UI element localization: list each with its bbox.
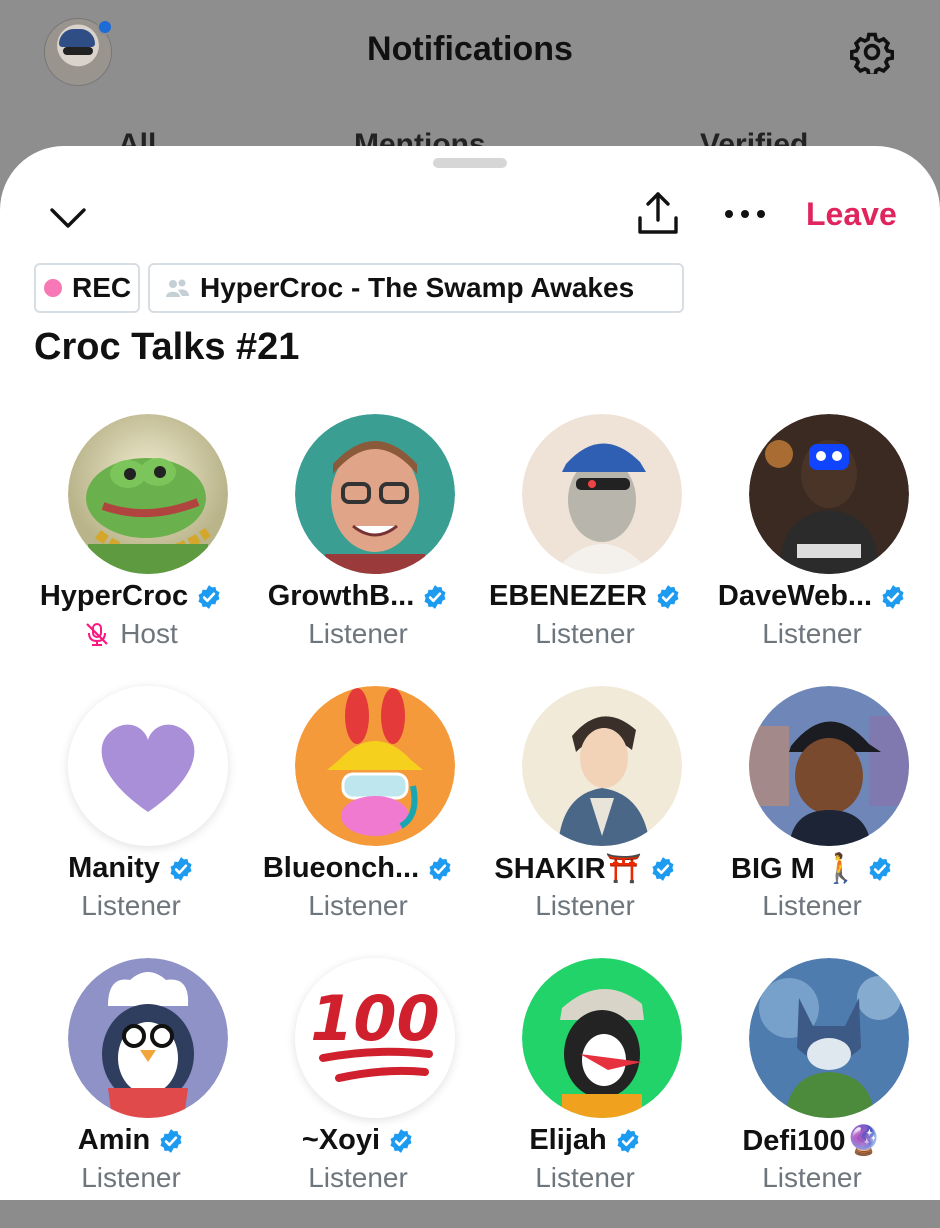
participant-role: Listener xyxy=(762,1162,862,1193)
verified-badge-icon xyxy=(617,1128,639,1153)
avatar xyxy=(749,958,909,1118)
community-icon xyxy=(166,279,189,297)
participant-name: EBENEZER xyxy=(489,580,647,612)
participant-role: Listener xyxy=(535,618,635,649)
avatar xyxy=(749,686,909,846)
participant-name-row: SHAKIR⛩️ xyxy=(472,852,698,886)
verified-badge-icon xyxy=(882,584,904,609)
avatar xyxy=(68,958,228,1118)
participant-role: Listener xyxy=(81,1162,181,1193)
verified-badge-icon xyxy=(429,856,451,881)
participant-hypercroc[interactable]: HyperCroc Host xyxy=(18,414,244,684)
avatar xyxy=(68,414,228,574)
verified-badge-icon xyxy=(198,584,220,609)
avatar xyxy=(295,686,455,846)
avatar xyxy=(295,414,455,574)
participant-role: Listener xyxy=(762,618,862,649)
participant-name-row: Amin xyxy=(18,1124,244,1157)
participant-ebenezer[interactable]: EBENEZER Listener xyxy=(472,414,698,684)
participant-daveweb[interactable]: DaveWeb... Listener xyxy=(699,414,925,684)
verified-badge-icon xyxy=(652,857,674,881)
page-title: Notifications xyxy=(367,30,573,68)
participant-manity[interactable]: Manity Listener xyxy=(18,686,244,956)
participant-role: Listener xyxy=(762,890,862,921)
gear-icon[interactable] xyxy=(850,30,894,74)
participant-role: Listener xyxy=(81,890,181,921)
participant-big-m[interactable]: BIG M 🚶 Listener xyxy=(699,686,925,956)
community-chip[interactable]: HyperCroc - The Swamp Awakes xyxy=(148,263,684,313)
participant-name: Defi100🔮 xyxy=(742,1125,882,1157)
participant-name-row: BIG M 🚶 xyxy=(699,852,925,886)
verified-badge-icon xyxy=(657,584,679,609)
participant-name-row: EBENEZER xyxy=(472,580,698,613)
sheet-grabber[interactable] xyxy=(433,158,507,168)
participant-name: Amin xyxy=(77,1124,151,1156)
verified-badge-icon xyxy=(424,584,446,609)
leave-button[interactable]: Leave xyxy=(806,196,897,233)
participant-role: Listener xyxy=(308,1162,408,1193)
participant-name: Elijah xyxy=(529,1124,607,1156)
avatar xyxy=(522,958,682,1118)
participant-name: Blueonch... xyxy=(262,852,420,884)
share-icon[interactable] xyxy=(636,190,680,238)
participant-name: Manity xyxy=(68,852,160,884)
participant-name: HyperCroc xyxy=(39,580,189,612)
participant-name-row: HyperCroc xyxy=(18,580,244,613)
participant-name: GrowthB... xyxy=(267,580,415,612)
participant-role: Listener xyxy=(535,1162,635,1193)
participant-name-row: Defi100🔮 xyxy=(699,1124,925,1158)
verified-badge-icon xyxy=(160,1128,182,1153)
space-title: Croc Talks #21 xyxy=(34,326,300,368)
mic-off-icon xyxy=(86,623,108,646)
avatar xyxy=(522,414,682,574)
rec-badge: REC xyxy=(34,263,140,313)
participant-growthb[interactable]: GrowthB... Listener xyxy=(245,414,471,684)
participant-xoyi[interactable]: 100 ~Xoyi Listener xyxy=(245,958,471,1228)
participant-blueonch[interactable]: Blueonch... Listener xyxy=(245,686,471,956)
participant-name-row: ~Xoyi xyxy=(245,1124,471,1157)
participant-amin[interactable]: Amin Listener xyxy=(18,958,244,1228)
participant-role: Host xyxy=(18,618,244,650)
avatar xyxy=(522,686,682,846)
participant-elijah[interactable]: Elijah Listener xyxy=(472,958,698,1228)
participant-name: ~Xoyi xyxy=(301,1124,381,1156)
verified-badge-icon xyxy=(170,856,192,881)
participant-name: BIG M 🚶 xyxy=(731,853,859,885)
verified-badge-icon xyxy=(390,1128,412,1153)
participant-defi100[interactable]: Defi100🔮 Listener xyxy=(699,958,925,1228)
more-options-icon[interactable] xyxy=(722,202,768,226)
participant-name: SHAKIR⛩️ xyxy=(494,853,642,885)
participant-name-row: GrowthB... xyxy=(245,580,471,613)
participant-role: Listener xyxy=(308,618,408,649)
rec-label: REC xyxy=(72,272,132,303)
participant-name-row: DaveWeb... xyxy=(699,580,925,613)
community-name: HyperCroc - The Swamp Awakes xyxy=(200,272,635,303)
svg-text:100: 100 xyxy=(310,982,439,1055)
participant-role: Listener xyxy=(535,890,635,921)
participant-shakir[interactable]: SHAKIR⛩️ Listener xyxy=(472,686,698,956)
space-sheet: Leave REC HyperCroc - The Swamp Awakes C… xyxy=(0,146,940,1200)
recording-dot-icon xyxy=(44,279,62,297)
participant-name-row: Manity xyxy=(18,852,244,885)
role-label: Host xyxy=(120,618,178,649)
chevron-down-icon[interactable] xyxy=(48,202,88,232)
avatar xyxy=(749,414,909,574)
avatar xyxy=(68,686,228,846)
participant-name-row: Blueonch... xyxy=(245,852,471,885)
participant-name-row: Elijah xyxy=(472,1124,698,1157)
participant-role: Listener xyxy=(308,890,408,921)
avatar: 100 xyxy=(295,958,455,1118)
verified-badge-icon xyxy=(869,857,891,881)
participant-name: DaveWeb... xyxy=(717,580,873,612)
